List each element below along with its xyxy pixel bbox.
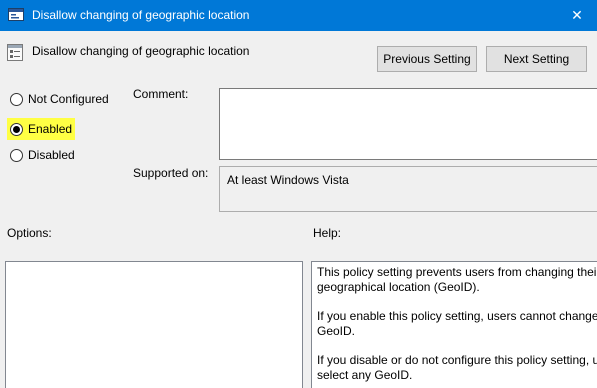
window-title: Disallow changing of geographic location (32, 8, 250, 22)
help-line: If you enable this policy setting, users… (317, 309, 597, 323)
policy-setting-icon (7, 44, 23, 61)
options-pane[interactable] (5, 261, 303, 388)
help-paragraph: This policy setting prevents users from … (317, 265, 597, 295)
disabled-radio[interactable] (10, 148, 23, 162)
supported-on-field: At least Windows Vista (219, 166, 597, 212)
close-icon[interactable]: ✕ (567, 5, 587, 25)
title-bar[interactable]: Disallow changing of geographic location… (0, 0, 597, 31)
not-configured-label: Not Configured (28, 92, 109, 106)
help-label: Help: (313, 226, 342, 240)
help-line: select any GeoID. (317, 368, 413, 382)
help-paragraph: If you enable this policy setting, users… (317, 309, 597, 339)
comment-label: Comment: (133, 87, 189, 101)
policy-window-icon (8, 8, 24, 21)
enabled-radio[interactable] (10, 122, 23, 136)
help-paragraph: If you disable or do not configure this … (317, 353, 597, 383)
enabled-option[interactable]: Enabled (7, 118, 76, 140)
help-line: If you disable or do not configure this … (317, 353, 597, 367)
supported-on-label: Supported on: (133, 166, 209, 180)
comment-field[interactable] (219, 88, 597, 160)
options-label: Options: (7, 226, 52, 240)
help-line: This policy setting prevents users from … (317, 265, 597, 279)
enabled-label: Enabled (28, 122, 73, 136)
policy-name: Disallow changing of geographic location (32, 44, 250, 58)
previous-setting-button[interactable]: Previous Setting (377, 46, 477, 72)
next-setting-button[interactable]: Next Setting (486, 46, 587, 72)
help-pane[interactable]: This policy setting prevents users from … (311, 261, 597, 388)
disabled-option[interactable]: Disabled (10, 146, 75, 164)
policy-dialog: Disallow changing of geographic location… (0, 0, 597, 388)
disabled-label: Disabled (28, 148, 75, 162)
not-configured-option[interactable]: Not Configured (10, 90, 109, 108)
help-line: GeoID. (317, 324, 356, 338)
not-configured-radio[interactable] (10, 92, 23, 106)
help-line: geographical location (GeoID). (317, 280, 480, 294)
